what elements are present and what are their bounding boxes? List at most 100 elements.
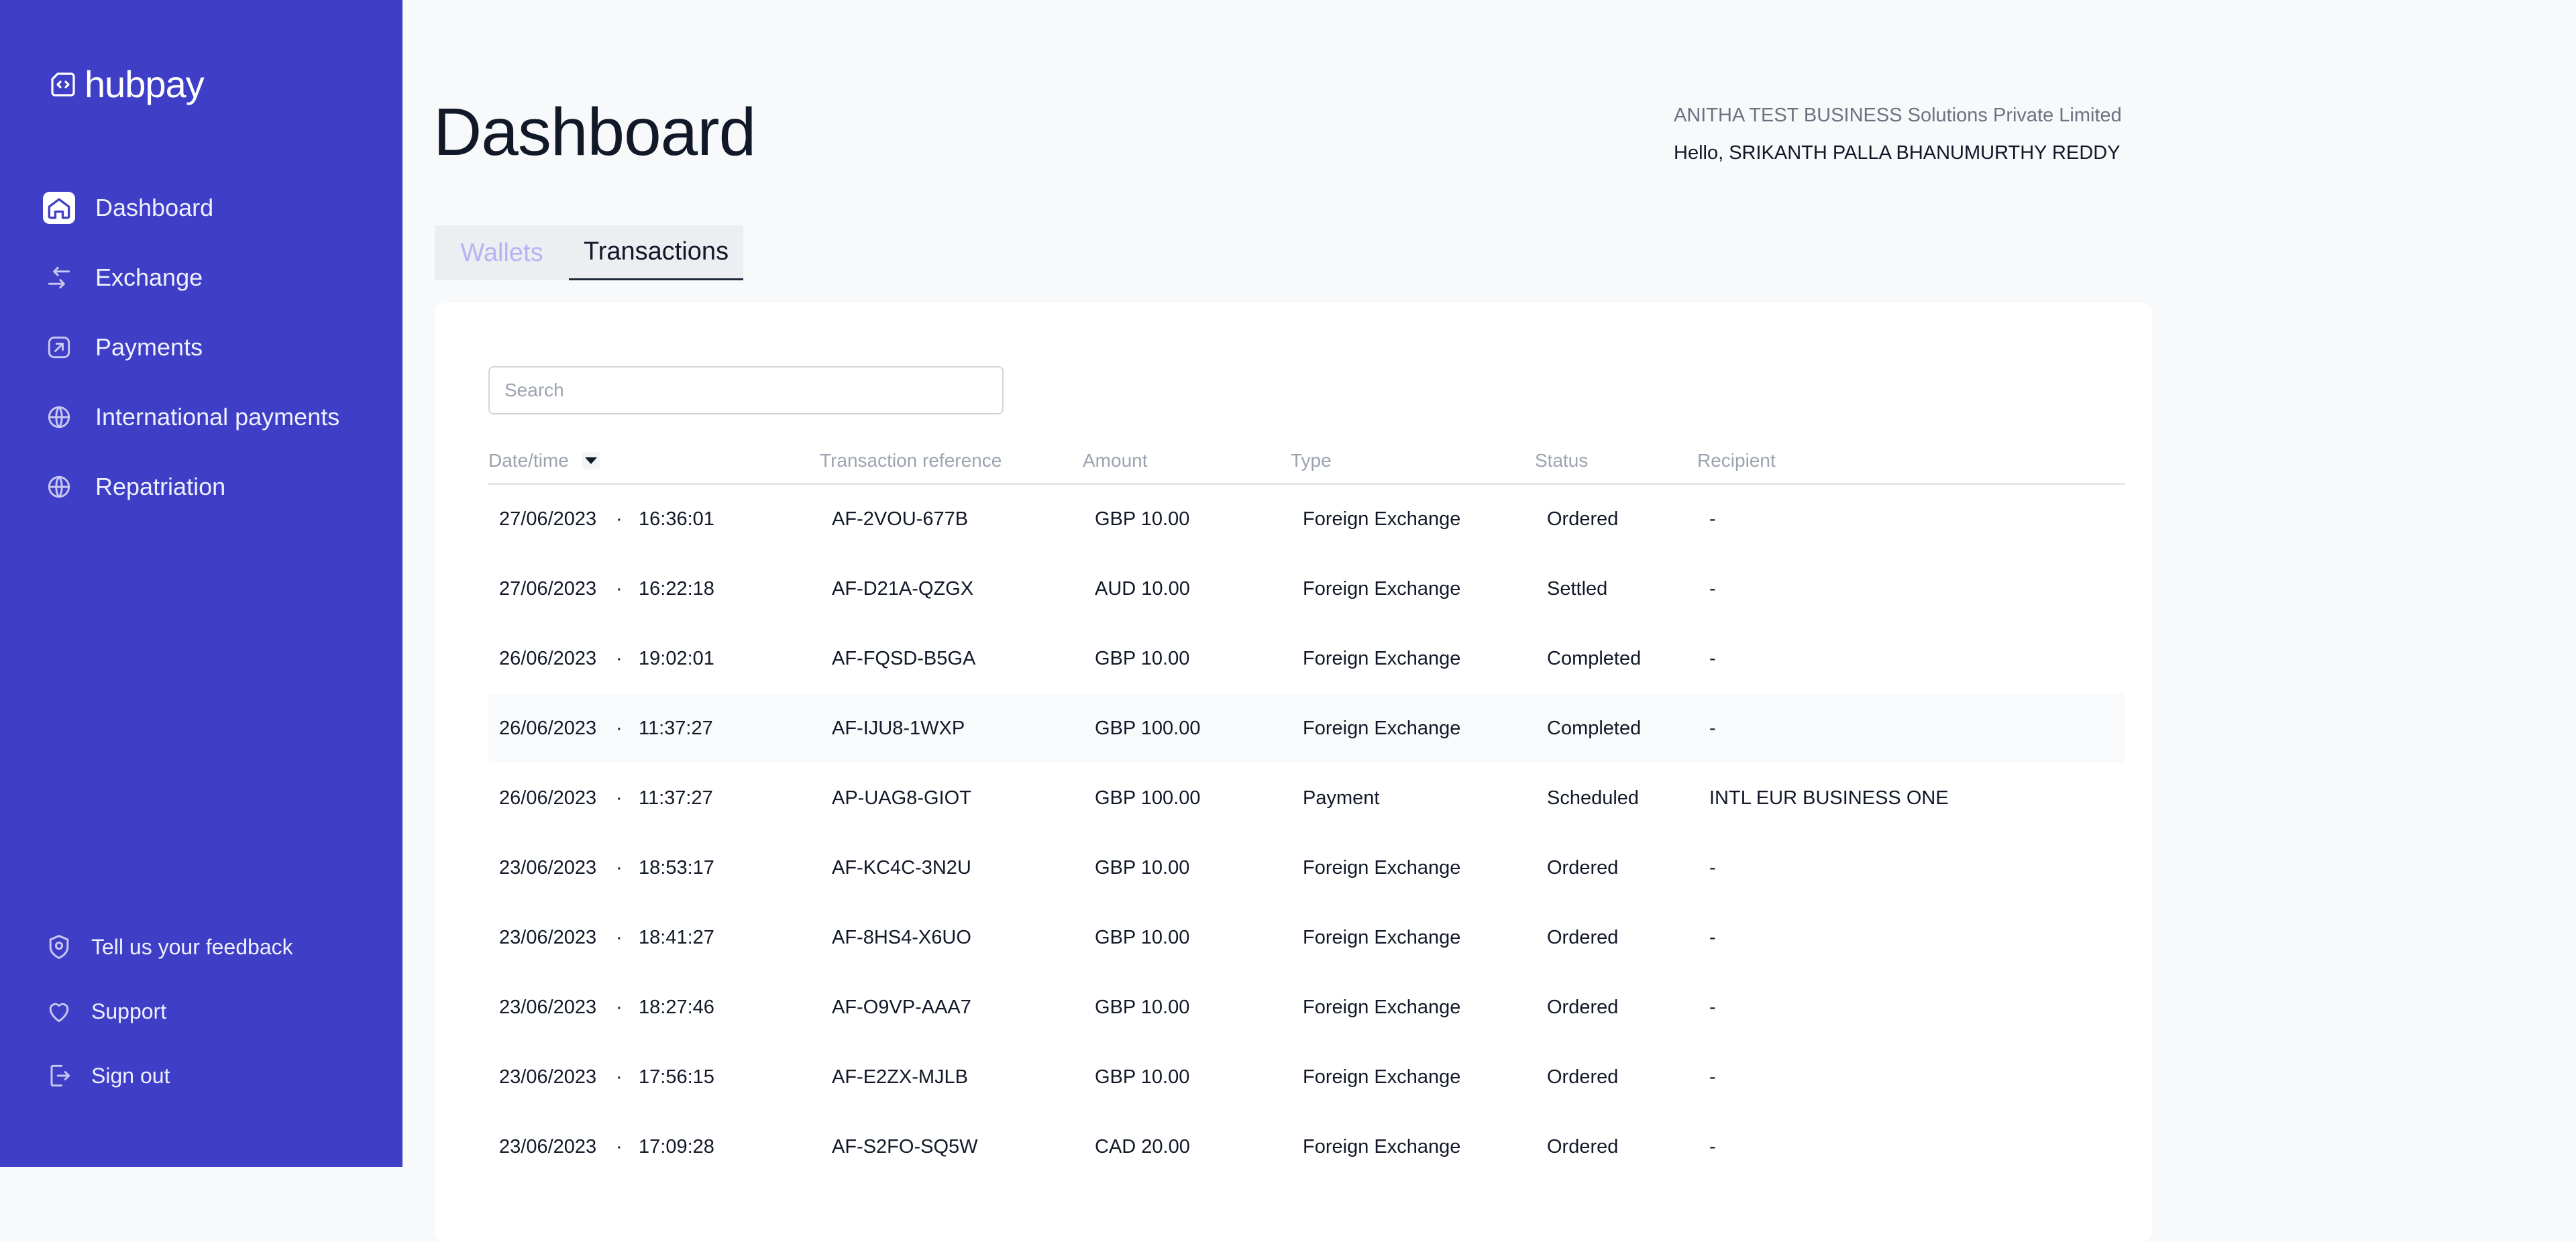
cell-reference: AF-D21A-QZGX bbox=[832, 578, 974, 600]
hubpay-logo[interactable]: hubpay bbox=[47, 66, 205, 103]
table-row[interactable]: 23/06/2023 · 18:41:27 AF-8HS4-X6UO GBP 1… bbox=[488, 903, 2125, 972]
cell-time: 16:22:18 bbox=[639, 578, 714, 600]
cell-status: Scheduled bbox=[1547, 787, 1640, 809]
cell-time: 11:37:27 bbox=[639, 718, 713, 739]
table-row[interactable]: 27/06/2023 · 16:22:18 AF-D21A-QZGX AUD 1… bbox=[488, 554, 2125, 624]
cell-status: Settled bbox=[1547, 578, 1608, 600]
cell-date: 23/06/2023 bbox=[499, 927, 597, 948]
cell-date: 23/06/2023 bbox=[499, 1136, 597, 1158]
table-body: 27/06/2023 · 16:36:01 AF-2VOU-677B GBP 1… bbox=[488, 484, 2125, 1182]
sidebar-item-dashboard[interactable]: Dashboard bbox=[43, 188, 213, 228]
cell-reference: AF-KC4C-3N2U bbox=[832, 857, 971, 879]
globe-icon bbox=[43, 471, 75, 503]
sidebar-item-exchange[interactable]: Exchange bbox=[43, 258, 203, 298]
cell-status: Ordered bbox=[1547, 1066, 1619, 1088]
tab-transactions[interactable]: Transactions bbox=[569, 225, 743, 280]
sign-out-link[interactable]: Sign out bbox=[43, 1056, 170, 1096]
cell-amount: GBP 10.00 bbox=[1095, 1066, 1190, 1088]
exchange-arrows-icon bbox=[43, 262, 75, 294]
feedback-label: Tell us your feedback bbox=[91, 934, 293, 959]
cell-status: Ordered bbox=[1547, 1136, 1619, 1158]
cell-reference: AP-UAG8-GIOT bbox=[832, 787, 971, 809]
cell-reference: AF-2VOU-677B bbox=[832, 508, 969, 530]
support-label: Support bbox=[91, 999, 167, 1023]
table-row[interactable]: 23/06/2023 · 18:53:17 AF-KC4C-3N2U GBP 1… bbox=[488, 833, 2125, 903]
cell-time: 17:56:15 bbox=[639, 1066, 714, 1088]
cell-status: Ordered bbox=[1547, 508, 1619, 530]
cell-type: Foreign Exchange bbox=[1303, 857, 1461, 879]
cell-separator: · bbox=[616, 997, 623, 1018]
sidebar-item-label: Exchange bbox=[95, 264, 203, 291]
table-row[interactable]: 26/06/2023 · 11:37:27 AF-IJU8-1WXP GBP 1… bbox=[488, 693, 2125, 763]
cell-type: Foreign Exchange bbox=[1303, 997, 1461, 1018]
support-link[interactable]: Support bbox=[43, 991, 166, 1031]
cell-recipient: - bbox=[1709, 718, 1716, 739]
cell-date: 23/06/2023 bbox=[499, 857, 597, 879]
cell-reference: AF-8HS4-X6UO bbox=[832, 927, 971, 948]
cell-recipient: INTL EUR BUSINESS ONE bbox=[1709, 787, 1949, 809]
column-header-reference: Transaction reference bbox=[820, 450, 1002, 471]
cell-time: 17:09:28 bbox=[639, 1136, 714, 1158]
column-header-status: Status bbox=[1535, 450, 1589, 471]
cell-separator: · bbox=[616, 718, 623, 739]
table-row[interactable]: 26/06/2023 · 19:02:01 AF-FQSD-B5GA GBP 1… bbox=[488, 624, 2125, 693]
cell-separator: · bbox=[616, 508, 623, 530]
sidebar-item-international-payments[interactable]: International payments bbox=[43, 397, 339, 437]
table-row[interactable]: 23/06/2023 · 17:09:28 AF-S2FO-SQ5W CAD 2… bbox=[488, 1112, 2125, 1182]
cell-amount: GBP 10.00 bbox=[1095, 508, 1190, 530]
search-input[interactable] bbox=[488, 366, 1004, 414]
cell-time: 18:41:27 bbox=[639, 927, 714, 948]
cell-recipient: - bbox=[1709, 648, 1716, 669]
cell-recipient: - bbox=[1709, 578, 1716, 600]
cell-date: 27/06/2023 bbox=[499, 508, 597, 530]
cell-status: Ordered bbox=[1547, 927, 1619, 948]
column-header-recipient: Recipient bbox=[1697, 450, 1776, 471]
sort-descending-icon[interactable] bbox=[582, 452, 600, 469]
feedback-badge-icon bbox=[43, 931, 75, 963]
cell-status: Ordered bbox=[1547, 997, 1619, 1018]
cell-type: Foreign Exchange bbox=[1303, 718, 1461, 739]
cell-time: 11:37:27 bbox=[639, 787, 713, 809]
cell-date: 26/06/2023 bbox=[499, 787, 597, 809]
transactions-card: Date/time Transaction reference Amount T… bbox=[435, 303, 2152, 1242]
cell-time: 19:02:01 bbox=[639, 648, 714, 669]
cell-reference: AF-FQSD-B5GA bbox=[832, 648, 976, 669]
cell-type: Foreign Exchange bbox=[1303, 927, 1461, 948]
payment-arrow-icon bbox=[43, 331, 75, 363]
company-name: ANITHA TEST BUSINESS Solutions Private L… bbox=[1674, 105, 2122, 126]
sidebar-item-label: Payments bbox=[95, 333, 203, 361]
sidebar: hubpay Dashboard Exchange Payments Inter… bbox=[0, 0, 402, 1167]
column-header-amount: Amount bbox=[1083, 450, 1148, 471]
user-greeting: Hello, SRIKANTH PALLA BHANUMURTHY REDDY bbox=[1674, 142, 2121, 164]
cell-type: Foreign Exchange bbox=[1303, 508, 1461, 530]
sidebar-item-payments[interactable]: Payments bbox=[43, 327, 203, 368]
sidebar-item-label: Repatriation bbox=[95, 473, 226, 500]
feedback-link[interactable]: Tell us your feedback bbox=[43, 927, 293, 967]
column-header-type: Type bbox=[1291, 450, 1332, 471]
cell-amount: GBP 100.00 bbox=[1095, 787, 1201, 809]
cell-recipient: - bbox=[1709, 1136, 1716, 1158]
cell-amount: GBP 10.00 bbox=[1095, 857, 1190, 879]
column-header-datetime[interactable]: Date/time bbox=[488, 449, 569, 472]
table-row[interactable]: 27/06/2023 · 16:36:01 AF-2VOU-677B GBP 1… bbox=[488, 484, 2125, 554]
table-header: Date/time Transaction reference Amount T… bbox=[488, 449, 2125, 485]
table-row[interactable]: 23/06/2023 · 18:27:46 AF-O9VP-AAA7 GBP 1… bbox=[488, 972, 2125, 1042]
cell-date: 23/06/2023 bbox=[499, 1066, 597, 1088]
cell-reference: AF-O9VP-AAA7 bbox=[832, 997, 971, 1018]
cell-separator: · bbox=[616, 578, 623, 600]
cell-amount: GBP 10.00 bbox=[1095, 648, 1190, 669]
sidebar-item-repatriation[interactable]: Repatriation bbox=[43, 467, 225, 507]
tab-wallets[interactable]: Wallets bbox=[435, 225, 569, 280]
cell-recipient: - bbox=[1709, 997, 1716, 1018]
table-row[interactable]: 26/06/2023 · 11:37:27 AP-UAG8-GIOT GBP 1… bbox=[488, 763, 2125, 833]
cell-time: 16:36:01 bbox=[639, 508, 714, 530]
page-title: Dashboard bbox=[433, 95, 756, 170]
table-row[interactable]: 23/06/2023 · 17:56:15 AF-E2ZX-MJLB GBP 1… bbox=[488, 1042, 2125, 1112]
cell-amount: GBP 100.00 bbox=[1095, 718, 1201, 739]
cell-amount: GBP 10.00 bbox=[1095, 927, 1190, 948]
cell-reference: AF-S2FO-SQ5W bbox=[832, 1136, 978, 1158]
heart-icon bbox=[43, 995, 75, 1027]
cell-type: Foreign Exchange bbox=[1303, 1066, 1461, 1088]
sign-out-label: Sign out bbox=[91, 1063, 170, 1088]
sidebar-item-label: Dashboard bbox=[95, 194, 214, 221]
